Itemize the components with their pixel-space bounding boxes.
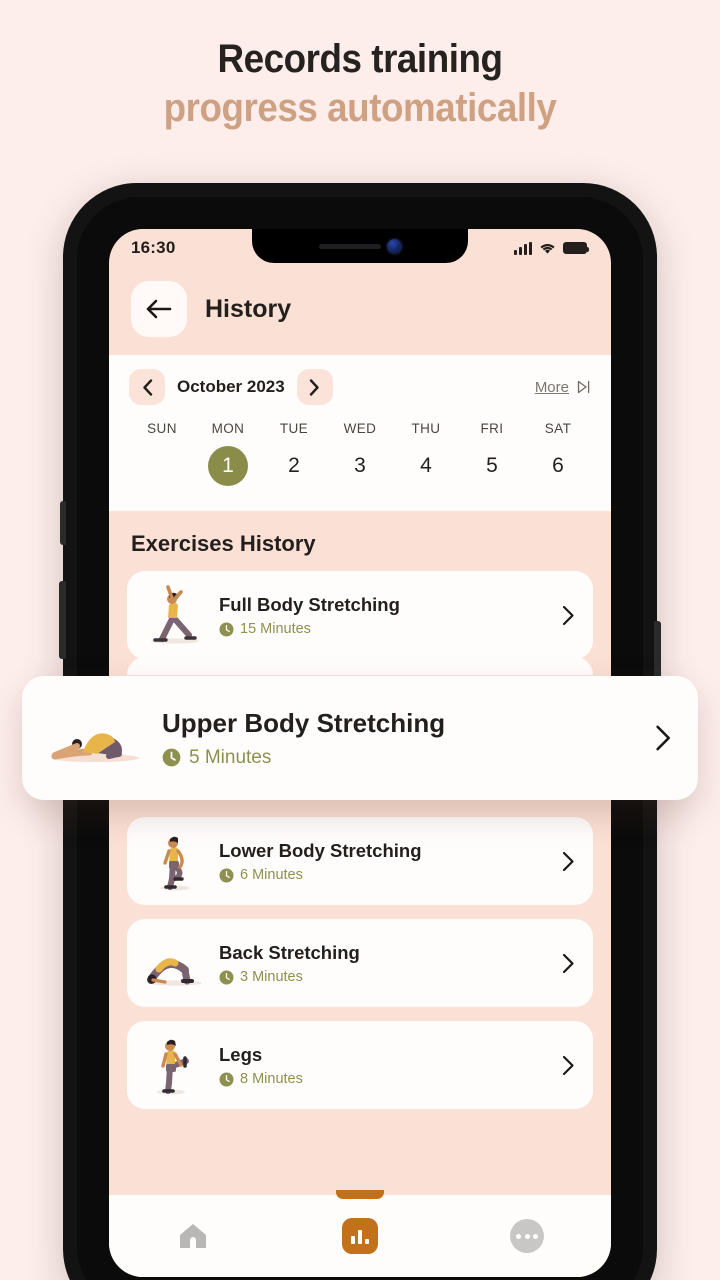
calendar-prev-button[interactable] [129,369,165,405]
arrow-left-icon [146,299,172,319]
calendar-date-number: 6 [552,454,564,477]
calendar-day-names: SUN MON TUE WED THU FRI SAT [129,421,591,436]
clock-icon [219,622,234,637]
highlighted-exercise-card[interactable]: Upper Body Stretching 5 Minutes [22,676,698,800]
chevron-right-icon [562,953,574,973]
bridge-pose-illustration [135,927,213,999]
nav-item-home[interactable] [109,1195,276,1277]
calendar-date-number: 4 [420,454,432,477]
exercise-row[interactable]: Back Stretching 3 Minutes [127,919,593,1007]
wifi-icon [540,243,555,254]
bar-chart-icon [341,1218,378,1254]
clock-icon [219,868,234,883]
day-name: MON [211,421,245,436]
day-name: WED [343,421,377,436]
clock-icon [219,970,234,985]
calendar-more-label: More [534,378,569,396]
standing-quad-stretch-illustration [135,825,213,897]
exercise-duration-text: 6 Minutes [240,867,303,884]
calendar-date-number: 2 [288,454,300,477]
chevron-left-icon [142,378,152,396]
page-title: History [205,294,292,323]
highlighted-exercise-info: Upper Body Stretching 5 Minutes [162,708,643,769]
calendar-date-number: 5 [486,454,498,477]
back-button[interactable] [131,281,187,337]
highlighted-exercise-name: Upper Body Stretching [162,707,446,738]
calendar-month-label: October 2023 [177,377,285,396]
status-icons [514,241,589,255]
calendar-next-button[interactable] [296,369,333,405]
nav-item-stats[interactable] [276,1190,443,1277]
calendar-more-button[interactable]: More [535,379,591,396]
exercise-duration: 15 Minutes [219,621,556,637]
chevron-right-icon [656,725,671,751]
calendar-date-cell[interactable]: 2 [261,446,327,491]
promo-line-2: progress automatically [163,86,557,131]
calendar-date-number: 3 [354,454,366,477]
calendar-date-cell[interactable]: 5 [459,446,525,491]
calendar-toolbar: October 2023 More [129,369,591,405]
exercise-duration-text: 8 Minutes [240,1071,303,1088]
status-time: 16:30 [131,238,176,257]
highlighted-duration-text: 5 Minutes [189,746,272,768]
battery-icon [563,242,589,254]
exercise-duration: 6 Minutes [219,867,556,883]
calendar-date-cell[interactable]: 3 [327,446,393,491]
highlighted-exercise-duration: 5 Minutes [162,747,643,769]
exercise-name: Legs [219,1043,263,1065]
chevron-right-icon [562,851,574,871]
day-name: SAT [544,421,572,436]
exercise-row[interactable]: Lower Body Stretching 6 Minutes [127,817,593,905]
calendar-date-cell-selected[interactable]: 1 [195,446,261,491]
status-bar: 16:30 [109,229,611,267]
clock-icon [219,1072,234,1087]
exercise-info: Lower Body Stretching 6 Minutes [219,839,556,883]
day-name: THU [411,421,441,436]
promo-line-1: Records training [217,37,503,81]
day-name: SUN [147,421,177,436]
calendar-strip: October 2023 More SUN MON TUE WED THU FR… [109,355,611,511]
clock-icon [162,748,181,767]
exercise-info: Full Body Stretching 15 Minutes [219,593,556,637]
volume-down-button[interactable] [59,581,66,659]
calendar-date-cell [129,446,195,491]
bottom-navigation [109,1190,611,1277]
calendar-date-cell[interactable]: 4 [393,446,459,491]
promo-headline: Records training progress automatically [0,0,720,132]
childs-pose-illustration [40,698,150,778]
app-header: History [109,267,611,355]
exercise-name: Back Stretching [219,941,360,963]
skip-forward-icon [577,380,590,394]
exercise-duration: 8 Minutes [219,1071,556,1087]
day-name: TUE [279,421,309,436]
exercise-info: Back Stretching 3 Minutes [219,941,556,985]
partially-hidden-card-edge [127,657,593,675]
exercise-duration-text: 15 Minutes [240,621,311,638]
chevron-right-icon [562,1055,574,1075]
active-tab-indicator [335,1190,384,1199]
chevron-right-icon [562,605,574,625]
chevron-right-icon [310,378,319,396]
silence-switch[interactable] [60,501,66,545]
promo-page: Records training progress automatically … [0,0,720,1280]
exercise-info: Legs 8 Minutes [219,1043,556,1087]
calendar-dates: 1 2 3 4 5 6 [129,446,591,491]
signal-icon [514,241,532,255]
exercise-duration: 3 Minutes [219,969,556,985]
leg-kick-illustration [135,1029,213,1101]
warrior-pose-illustration [135,579,213,651]
calendar-date-number: 1 [208,446,248,486]
nav-item-more[interactable] [444,1195,611,1277]
exercise-name: Full Body Stretching [219,593,400,615]
exercise-row[interactable]: Full Body Stretching 15 Minutes [127,571,593,659]
exercise-name: Lower Body Stretching [219,839,422,861]
ellipsis-icon [510,1219,545,1253]
calendar-date-cell[interactable]: 6 [525,446,591,491]
exercise-row[interactable]: Legs 8 Minutes [127,1021,593,1109]
exercise-duration-text: 3 Minutes [240,969,303,986]
home-icon [179,1224,206,1248]
section-title: Exercises History [131,531,316,556]
day-name: FRI [480,421,504,436]
